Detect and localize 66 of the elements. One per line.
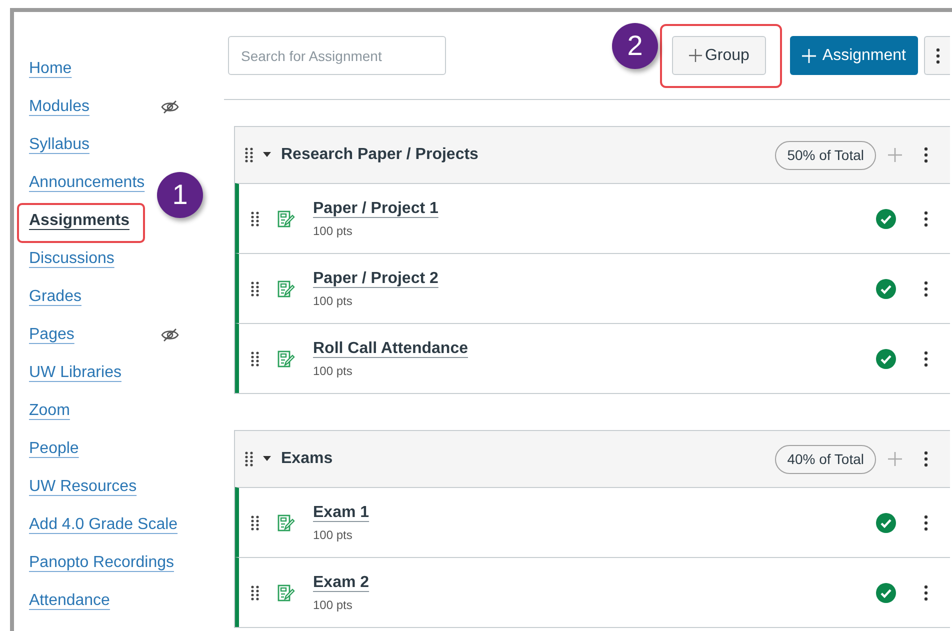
nav-link[interactable]: Zoom <box>29 399 70 423</box>
assignment-points: 100 pts <box>313 293 354 310</box>
assignment-link[interactable]: Roll Call Attendance <box>313 337 468 361</box>
kebab-icon[interactable] <box>924 451 928 467</box>
assignment-points: 100 pts <box>313 363 354 380</box>
kebab-icon[interactable] <box>924 147 928 163</box>
published-check-icon[interactable] <box>876 278 896 298</box>
kebab-icon[interactable] <box>924 584 928 600</box>
group-weight: 50% of Total <box>775 140 876 170</box>
assignment-icon <box>277 280 295 298</box>
group-weight: 40% of Total <box>775 444 876 474</box>
group-title: Exams <box>281 449 333 469</box>
assignment-icon <box>277 350 295 368</box>
assignment-link[interactable]: Exam 2 <box>313 571 370 595</box>
nav-link[interactable]: Announcements <box>29 171 145 195</box>
caret-icon[interactable] <box>263 455 271 463</box>
nav-link[interactable]: Panopto Recordings <box>29 551 174 575</box>
drag-handle-icon[interactable] <box>245 451 253 467</box>
nav-link[interactable]: UW Libraries <box>29 361 122 385</box>
drag-handle-icon[interactable] <box>251 514 259 530</box>
nav-link[interactable]: Attendance <box>29 589 110 613</box>
assignment-link[interactable]: Paper / Project 1 <box>313 197 438 221</box>
assignment-link[interactable]: Paper / Project 2 <box>313 267 438 291</box>
kebab-icon[interactable] <box>924 280 928 296</box>
add-assignment-button[interactable]: Assignment <box>790 36 918 75</box>
kebab-icon[interactable] <box>924 514 928 530</box>
step-number-badge: 1 <box>157 172 203 218</box>
nav-link[interactable]: Grades <box>29 285 82 309</box>
kebab-icon[interactable] <box>924 350 928 366</box>
assignment-points: 100 pts <box>313 597 354 614</box>
group-title: Research Paper / Projects <box>281 145 478 165</box>
eye-slash-icon <box>161 100 179 114</box>
published-check-icon[interactable] <box>876 348 896 368</box>
nav-link[interactable]: Discussions <box>29 247 114 271</box>
drag-handle-icon[interactable] <box>251 584 259 600</box>
nav-link[interactable]: People <box>29 437 79 461</box>
kebab-icon[interactable] <box>936 48 940 64</box>
nav-link[interactable]: UW Resources <box>29 475 137 499</box>
caret-icon[interactable] <box>263 151 271 159</box>
assignment-points: 100 pts <box>313 527 354 544</box>
drag-handle-icon[interactable] <box>245 147 253 163</box>
assignment-icon <box>277 210 295 228</box>
kebab-icon[interactable] <box>924 210 928 226</box>
step-number-badge: 2 <box>612 23 658 69</box>
options-button[interactable] <box>924 36 950 75</box>
assignment-link[interactable]: Exam 1 <box>313 501 370 525</box>
eye-slash-icon <box>161 328 179 342</box>
drag-handle-icon[interactable] <box>251 280 259 296</box>
drag-handle-icon[interactable] <box>251 210 259 226</box>
add-group-button[interactable]: Group <box>672 36 766 75</box>
plus-icon <box>802 48 816 62</box>
drag-handle-icon[interactable] <box>251 350 259 366</box>
nav-link[interactable]: Assignments <box>29 209 130 233</box>
published-check-icon[interactable] <box>876 582 896 602</box>
assignment-points: 100 pts <box>313 223 354 240</box>
nav-link[interactable]: Modules <box>29 95 90 119</box>
plus-icon <box>688 49 702 62</box>
assignment-icon <box>277 584 295 602</box>
published-check-icon[interactable] <box>876 512 896 532</box>
published-check-icon[interactable] <box>876 208 896 228</box>
nav-link[interactable]: Pages <box>29 323 74 347</box>
assignment-icon <box>277 514 295 532</box>
nav-link[interactable]: Add 4.0 Grade Scale <box>29 513 178 537</box>
nav-link[interactable]: Syllabus <box>29 133 90 157</box>
nav-link[interactable]: Home <box>29 57 72 81</box>
search-field[interactable]: Search for Assignment <box>228 36 446 75</box>
